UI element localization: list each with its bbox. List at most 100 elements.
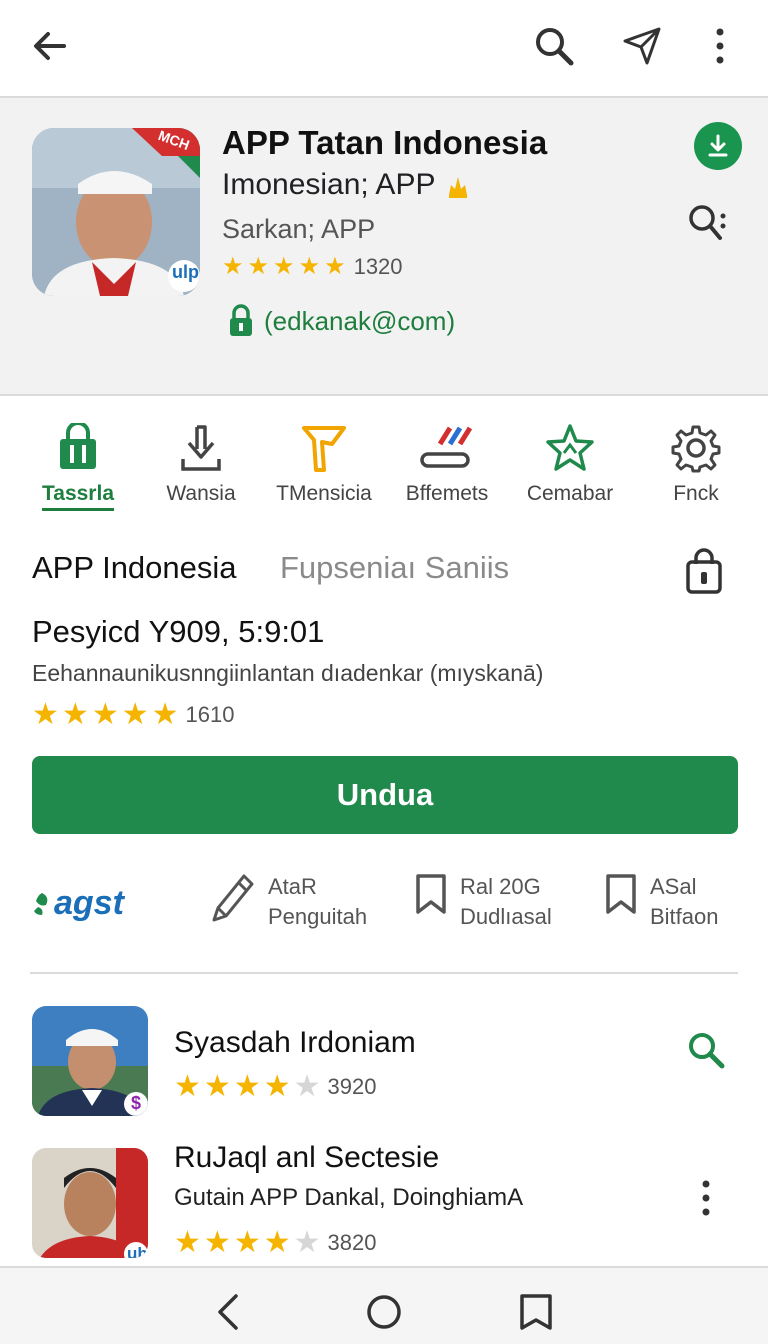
tab-app-indonesia[interactable]: APP Indonesia: [32, 550, 237, 586]
star-icon: ★: [203, 1070, 231, 1103]
category-item-cemabar[interactable]: Cemabar: [508, 420, 632, 506]
brand-logo: agst: [32, 884, 124, 923]
system-nav-bar: [0, 1266, 768, 1344]
download-button[interactable]: [694, 122, 742, 170]
thumbnail-badge: uh: [127, 1244, 148, 1258]
star-icon: ★: [203, 1226, 231, 1259]
meta-line: Bitfaon: [650, 904, 719, 929]
app-subtitle-text: Imonesian; APP: [222, 168, 436, 201]
stripes-brand-icon: [417, 420, 477, 476]
list-item-rating-count: 3920: [327, 1074, 377, 1099]
share-send-icon[interactable]: [618, 22, 666, 70]
back-arrow-icon[interactable]: [26, 22, 74, 70]
app-header-card: MCH ulp APP Tatan Indonesia Imonesian; A…: [0, 98, 768, 394]
star-icon: ★: [263, 1070, 291, 1103]
tab-fupseniai-saniis[interactable]: Fupseniaı Saniis: [280, 550, 509, 586]
star-icon: ★: [233, 1226, 261, 1259]
list-item-subtitle: Gutain APP Dankal, DoinghiamA: [174, 1184, 524, 1211]
meta-line: AtaR: [268, 874, 317, 899]
nav-back-icon[interactable]: [210, 1292, 250, 1332]
header-divider: [0, 394, 768, 396]
star-empty-icon: ★: [293, 1226, 321, 1259]
lock-icon[interactable]: [682, 548, 726, 596]
category-label: Bffemets: [405, 482, 489, 505]
category-label: Tassrla: [42, 482, 114, 511]
category-item-tmensicia[interactable]: TMensicia: [262, 420, 386, 506]
star-icon: ★: [151, 698, 179, 731]
developer-email-text: (edkanak@com): [264, 305, 456, 336]
nav-home-icon[interactable]: [364, 1292, 404, 1332]
list-item[interactable]: $ Syasdah Irdoniam ★ ★ ★ ★ ★ 3920: [0, 1006, 768, 1132]
detail-rating-count: 1610: [185, 702, 235, 727]
star-icon: ★: [61, 698, 89, 731]
leaf-icon: [34, 892, 48, 915]
category-label: Cemabar: [526, 482, 614, 505]
download-icon: [708, 134, 728, 157]
star-icon: ★: [273, 253, 295, 280]
star-icon: ★: [298, 253, 321, 280]
star-icon: ★: [324, 253, 346, 280]
more-vert-icon[interactable]: [696, 22, 744, 70]
list-item[interactable]: uh RuJaql anl Sectesie Gutain APP Dankal…: [0, 1141, 768, 1274]
install-button[interactable]: Undua: [32, 756, 738, 834]
app-icon[interactable]: MCH ulp: [32, 128, 200, 296]
category-row: Tassrla Wansia TMensicia Bffemets Cemaba…: [0, 420, 768, 520]
list-item-title: Syasdah Irdoniam: [174, 1026, 416, 1059]
meta-line: Penguitah: [268, 904, 368, 929]
lock-icon: [230, 304, 252, 336]
app-developer[interactable]: Sarkan; APP: [222, 214, 375, 245]
category-item-bffemets[interactable]: Bffemets: [385, 420, 509, 506]
star-icon: ★: [174, 1070, 201, 1103]
category-label: TMensicia: [276, 482, 372, 505]
meta-item-author[interactable]: AtaR Penguitah: [210, 872, 367, 932]
star-icon: ★: [247, 253, 270, 280]
shopping-bag-icon: [48, 420, 108, 476]
more-vert-icon[interactable]: [684, 1176, 728, 1220]
detail-rating: ★ ★ ★ ★ ★ 1610: [32, 700, 234, 730]
search-icon[interactable]: [530, 22, 578, 70]
brand-logo-text: agst: [54, 884, 124, 922]
developer-email[interactable]: (edkanak@com): [228, 304, 455, 338]
meta-line: ASal: [650, 874, 697, 899]
category-item-tassrla[interactable]: Tassrla: [16, 420, 140, 511]
list-item-rating: ★ ★ ★ ★ ★ 3920: [174, 1072, 376, 1102]
gear-icon: [666, 420, 726, 476]
meta-item-size[interactable]: Ral 20G Dudlıasal: [414, 872, 552, 932]
meta-divider: [30, 972, 738, 974]
star-empty-icon: ★: [293, 1070, 321, 1103]
category-label: Wansia: [166, 482, 236, 505]
list-item-rating-count: 3820: [327, 1230, 377, 1255]
flag-pennant-icon: [294, 420, 354, 476]
detail-title: Pesyicd Y909, 5:9:01: [32, 614, 325, 649]
search-icon[interactable]: [684, 1028, 728, 1072]
app-title: APP Tatan Indonesia: [222, 124, 548, 161]
category-item-wansia[interactable]: Wansia: [139, 420, 263, 506]
header-rating: ★ ★ ★ ★ ★ 1320: [222, 254, 403, 280]
star-badge-icon: [540, 420, 600, 476]
star-icon: ★: [174, 1226, 201, 1259]
star-icon: ★: [222, 253, 244, 280]
search-more-icon[interactable]: [686, 202, 730, 246]
meta-line: Dudlıasal: [460, 904, 552, 929]
star-icon: ★: [32, 698, 59, 731]
list-item-rating: ★ ★ ★ ★ ★ 3820: [174, 1228, 376, 1258]
bookmark-icon: [416, 874, 446, 914]
list-thumbnail: $: [32, 1006, 148, 1116]
category-label: Fnck: [673, 482, 719, 505]
thumbnail-badge: $: [131, 1093, 142, 1113]
star-icon: ★: [233, 1070, 261, 1103]
detail-description: Eehannaunikusnngiinlantan dıadenkar (mıy…: [32, 660, 544, 686]
category-item-fnck[interactable]: Fnck: [634, 420, 758, 506]
meta-item-origin[interactable]: ASal Bitfaon: [604, 872, 719, 932]
icon-badge: ulp: [172, 262, 199, 282]
top-app-bar: [0, 0, 768, 96]
header-rating-count: 1320: [353, 254, 403, 279]
list-item-title: RuJaql anl Sectesie: [174, 1141, 440, 1174]
nav-recents-icon[interactable]: [516, 1292, 556, 1332]
crown-badge-icon: [449, 177, 468, 198]
list-thumbnail: uh: [32, 1148, 148, 1258]
star-icon: ★: [121, 698, 149, 731]
app-subtitle: Imonesian; APP: [222, 168, 471, 202]
download-tray-icon: [171, 420, 231, 476]
pen-icon: [212, 874, 254, 922]
